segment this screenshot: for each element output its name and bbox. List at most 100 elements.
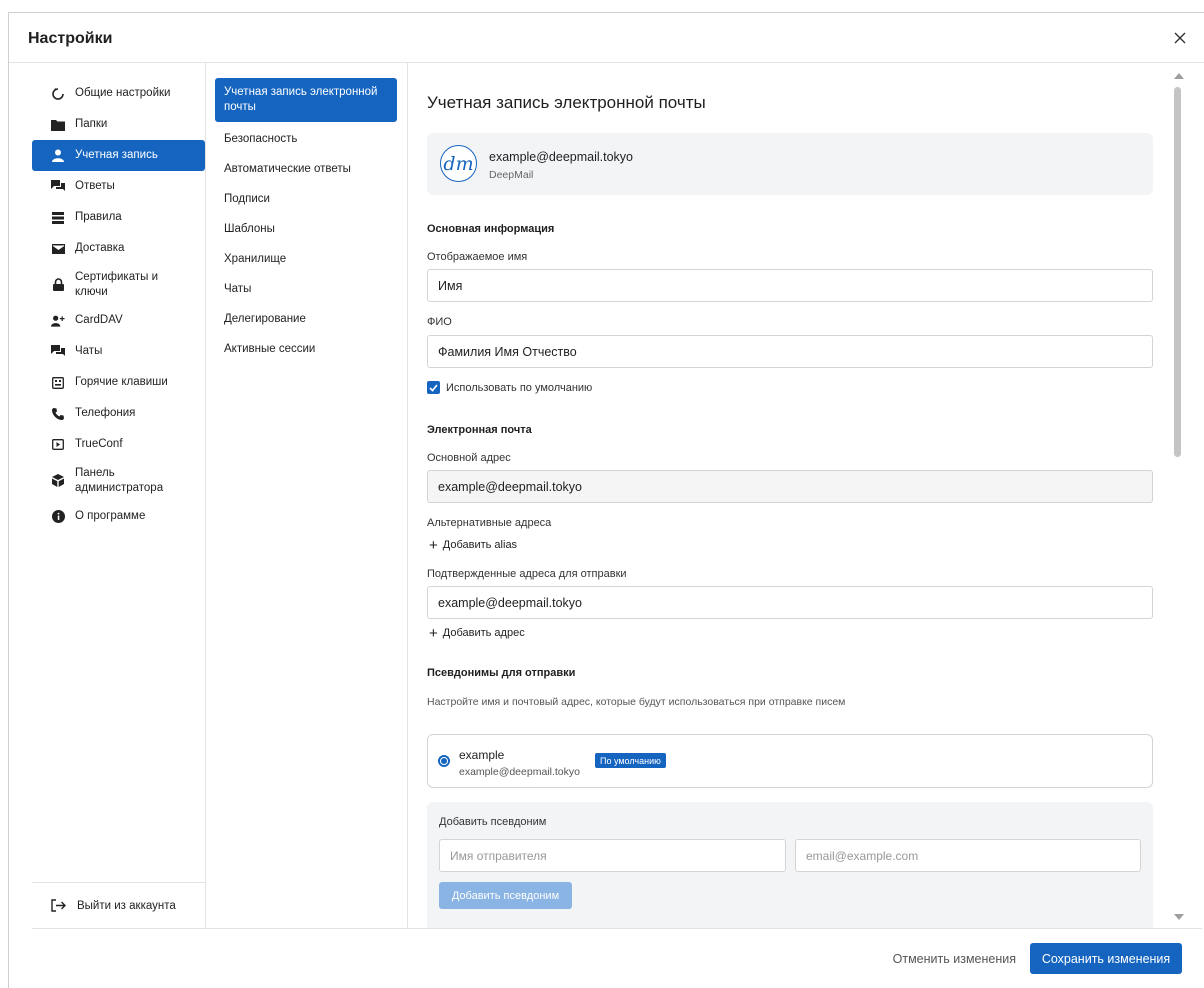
- envelope-icon: [51, 242, 65, 256]
- logout-label: Выйти из аккаунта: [77, 899, 176, 912]
- add-alias-button[interactable]: Добавить псевдоним: [439, 882, 572, 909]
- chat-icon: [51, 345, 65, 359]
- sidebar-item-trueconf[interactable]: TrueConf: [32, 429, 205, 460]
- folder-icon: [51, 118, 65, 132]
- sidebar-item-about[interactable]: О программе: [32, 501, 205, 532]
- video-icon: [51, 438, 65, 452]
- alias-email: example@deepmail.tokyo: [459, 766, 580, 778]
- sidebar-item-label: Общие настройки: [75, 87, 171, 99]
- sidebar-item-label: CardDAV: [75, 314, 123, 326]
- primary-address-label: Основной адрес: [427, 452, 511, 464]
- account-email: example@deepmail.tokyo: [489, 150, 634, 164]
- pseudonyms-title: Псевдонимы для отправки: [427, 667, 576, 679]
- confirmed-addresses-label: Подтвержденные адреса для отправки: [427, 568, 627, 580]
- account-provider: DeepMail: [489, 169, 534, 181]
- dialog-title: Настройки: [28, 30, 113, 47]
- add-alias-link[interactable]: + Добавить alias: [429, 536, 518, 554]
- sidebar-item-hotkeys[interactable]: Горячие клавиши: [32, 367, 205, 398]
- replies-icon: [51, 180, 65, 194]
- subnav-item-templates[interactable]: Шаблоны: [215, 214, 397, 244]
- subnav-item-email-account[interactable]: Учетная запись электронной почты: [215, 78, 397, 122]
- add-alias-box: Добавить псевдоним Имя отправителя email…: [427, 802, 1153, 928]
- sidebar-item-delivery[interactable]: Доставка: [32, 233, 205, 264]
- sidebar-item-label: Ответы: [75, 180, 115, 192]
- avatar: dm: [440, 145, 477, 182]
- plus-icon: +: [429, 536, 438, 554]
- sidebar-item-label: Сертификаты и ключи: [75, 270, 158, 298]
- close-icon: [1174, 32, 1186, 44]
- logout-button[interactable]: Выйти из аккаунта: [32, 882, 206, 928]
- alias-card[interactable]: example example@deepmail.tokyo По умолча…: [427, 734, 1153, 788]
- save-button[interactable]: Сохранить изменения: [1030, 943, 1182, 974]
- sidebar-item-label: Телефония: [75, 407, 136, 419]
- dialog-header: Настройки: [9, 13, 1204, 63]
- sidebar-item-label: О программе: [75, 510, 146, 522]
- scroll-up-icon[interactable]: [1174, 73, 1184, 79]
- sidebar-item-label: Папки: [75, 118, 108, 130]
- display-name-label: Отображаемое имя: [427, 251, 528, 263]
- sidebar-nav: Общие настройки Папки Учетная запись Отв…: [32, 63, 205, 532]
- subnav-item-delegation[interactable]: Делегирование: [215, 304, 397, 334]
- add-alias-title: Добавить псевдоним: [439, 816, 547, 828]
- subnav-item-chats[interactable]: Чаты: [215, 274, 397, 304]
- scroll-thumb[interactable]: [1174, 87, 1181, 457]
- rules-icon: [51, 211, 65, 225]
- sidebar-item-general[interactable]: Общие настройки: [32, 78, 205, 109]
- radio-dot: [441, 758, 447, 764]
- subnav-item-security[interactable]: Безопасность: [215, 124, 397, 154]
- lock-icon: [51, 278, 65, 292]
- subnav-item-autoreplies[interactable]: Автоматические ответы: [215, 154, 397, 184]
- add-user-icon: [51, 314, 65, 328]
- subnav-item-signatures[interactable]: Подписи: [215, 184, 397, 214]
- account-subnav: Учетная запись электронной почты Безопас…: [206, 63, 408, 928]
- sidebar-item-account[interactable]: Учетная запись: [32, 140, 205, 171]
- sidebar-item-certificates[interactable]: Сертификаты и ключи: [32, 264, 205, 305]
- sidebar-item-label: Доставка: [75, 242, 125, 254]
- sidebar-item-folders[interactable]: Папки: [32, 109, 205, 140]
- main-content: Учетная запись электронной почты dm exam…: [408, 63, 1178, 928]
- sender-name-input[interactable]: Имя отправителя: [439, 839, 786, 872]
- confirmed-address-input[interactable]: example@deepmail.tokyo: [427, 586, 1153, 619]
- add-address-label: Добавить адрес: [442, 627, 525, 639]
- user-icon: [51, 149, 65, 163]
- logout-icon: [51, 899, 67, 913]
- primary-address-input[interactable]: example@deepmail.tokyo: [427, 470, 1153, 503]
- plus-icon: +: [429, 624, 438, 642]
- alias-radio[interactable]: [438, 755, 450, 767]
- use-default-checkbox[interactable]: [427, 381, 440, 394]
- use-default-row: Использовать по умолчанию: [427, 381, 592, 394]
- cancel-button[interactable]: Отменить изменения: [893, 944, 1016, 974]
- sidebar-item-telephony[interactable]: Телефония: [32, 398, 205, 429]
- add-alias-label: Добавить alias: [442, 539, 518, 551]
- add-address-link[interactable]: + Добавить адрес: [429, 624, 525, 642]
- sidebar-item-label: Чаты: [75, 345, 103, 357]
- scroll-down-icon[interactable]: [1174, 914, 1184, 920]
- sidebar-item-admin-panel[interactable]: Панель администратора: [32, 460, 205, 501]
- page-title: Учетная запись электронной почты: [427, 93, 706, 112]
- sidebar-item-label: Правила: [75, 211, 122, 223]
- keyboard-icon: [51, 376, 65, 390]
- sidebar-item-replies[interactable]: Ответы: [32, 171, 205, 202]
- email-section-title: Электронная почта: [427, 424, 532, 436]
- sidebar-item-label: TrueConf: [75, 438, 123, 450]
- account-card: dm example@deepmail.tokyo DeepMail: [427, 133, 1153, 195]
- pseudonyms-hint: Настройте имя и почтовый адрес, которые …: [427, 696, 846, 708]
- subnav-item-storage[interactable]: Хранилище: [215, 244, 397, 274]
- sidebar-item-carddav[interactable]: CardDAV: [32, 305, 205, 336]
- content-scrollbar[interactable]: [1170, 63, 1188, 928]
- sidebar-item-label: Панель администратора: [75, 466, 164, 494]
- general-settings-icon: [51, 87, 65, 101]
- display-name-input[interactable]: Имя: [427, 269, 1153, 302]
- sidebar-item-chats[interactable]: Чаты: [32, 336, 205, 367]
- sidebar-item-rules[interactable]: Правила: [32, 202, 205, 233]
- fio-input[interactable]: Фамилия Имя Отчество: [427, 335, 1153, 368]
- use-default-label: Использовать по умолчанию: [446, 381, 593, 394]
- default-badge: По умолчанию: [595, 753, 666, 768]
- alias-name: example: [459, 748, 505, 762]
- close-button[interactable]: [1169, 27, 1191, 49]
- sidebar-item-label: Учетная запись: [75, 149, 158, 161]
- alias-email-input[interactable]: email@example.com: [795, 839, 1141, 872]
- subnav-item-active-sessions[interactable]: Активные сессии: [215, 334, 397, 364]
- settings-sidebar: Общие настройки Папки Учетная запись Отв…: [32, 63, 206, 928]
- dialog-footer: Отменить изменения Сохранить изменения: [32, 928, 1202, 988]
